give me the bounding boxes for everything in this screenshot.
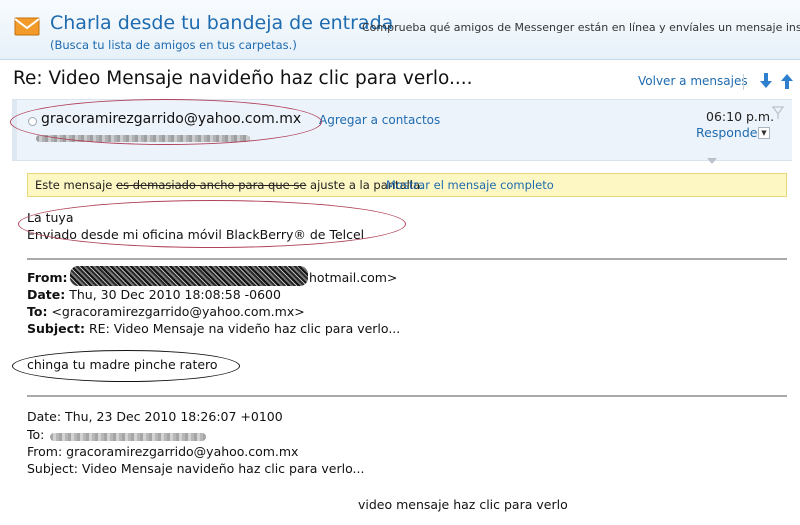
fwd2-to-label: To: (27, 427, 45, 442)
wide-message-warning: Este mensaje es demasiado ancho para que… (27, 173, 787, 197)
fwd1-from-key: From: (27, 270, 68, 285)
warning-text-start: Este mensaje (35, 178, 117, 192)
show-full-message-link[interactable]: Mostrar el mensaje completo (386, 178, 554, 192)
promo-title[interactable]: Charla desde tu bandeja de entrada (50, 12, 393, 34)
quote-divider (27, 258, 787, 260)
fwd2-date: Date: Thu, 23 Dec 2010 18:26:07 +0100 (27, 409, 283, 424)
redacted-recipient (36, 135, 250, 142)
body-line-1: La tuya (27, 210, 74, 225)
reply-dropdown-icon[interactable]: ▼ (758, 127, 770, 139)
quote-divider-2 (27, 395, 787, 397)
arrow-down-icon[interactable] (758, 72, 774, 90)
promo-subtitle: (Busca tu lista de amigos en tus carpeta… (50, 38, 297, 52)
expand-chevron-icon[interactable] (707, 158, 717, 164)
header-accent (12, 100, 17, 160)
reply-link[interactable]: Responder (696, 125, 763, 140)
fwd1-from-label: From: (27, 270, 68, 285)
fwd1-date-key: Date: (27, 287, 66, 302)
fwd1-date: Date: Thu, 30 Dec 2010 18:08:58 -0600 (27, 287, 281, 302)
message-header (12, 99, 792, 161)
fwd2-body: video mensaje haz clic para verlo (358, 497, 568, 512)
fwd1-date-value: Thu, 30 Dec 2010 18:08:58 -0600 (69, 287, 281, 302)
fwd1-reply-text: chinga tu madre pinche ratero (27, 357, 218, 372)
fwd1-to: To: <gracoramirezgarrido@yahoo.com.mx> (27, 304, 305, 319)
sender-presence-icon (28, 117, 37, 126)
warning-text: Este mensaje es demasiado ancho para que… (35, 178, 424, 192)
body-line-2: Enviado desde mi oficina móvil BlackBerr… (27, 227, 365, 242)
fwd1-to-key: To: (27, 304, 48, 319)
back-to-messages-link[interactable]: Volver a mensajes (638, 74, 748, 88)
fwd1-subject: Subject: RE: Video Mensaje na videño haz… (27, 321, 400, 336)
messenger-promo-banner: Charla desde tu bandeja de entrada (Busc… (0, 0, 800, 60)
fwd1-subject-value: RE: Video Mensaje na videño haz clic par… (88, 321, 401, 336)
fwd2-subject: Subject: Video Mensaje navideño haz clic… (27, 461, 365, 476)
toolbar-divider (743, 74, 744, 90)
message-time: 06:10 p.m. (706, 109, 775, 124)
redacted-sender (70, 266, 308, 286)
warning-text-struck: es demasiado ancho para que se (116, 178, 307, 192)
add-to-contacts-link[interactable]: Agregar a contactos (319, 113, 440, 127)
flag-icon[interactable] (771, 106, 785, 120)
redacted-to (50, 433, 206, 441)
arrow-up-icon[interactable] (779, 72, 795, 90)
promo-description: Comprueba qué amigos de Messenger están … (362, 21, 800, 34)
envelope-icon (14, 17, 40, 36)
fwd1-from-value: hotmail.com> (309, 270, 398, 285)
fwd1-subject-key: Subject: (27, 321, 85, 336)
fwd2-from: From: gracoramirezgarrido@yahoo.com.mx (27, 444, 299, 459)
fwd1-to-value: <gracoramirezgarrido@yahoo.com.mx> (51, 304, 305, 319)
sender-address[interactable]: gracoramirezgarrido@yahoo.com.mx (41, 111, 301, 127)
message-subject: Re: Video Mensaje navideño haz clic para… (13, 68, 473, 89)
